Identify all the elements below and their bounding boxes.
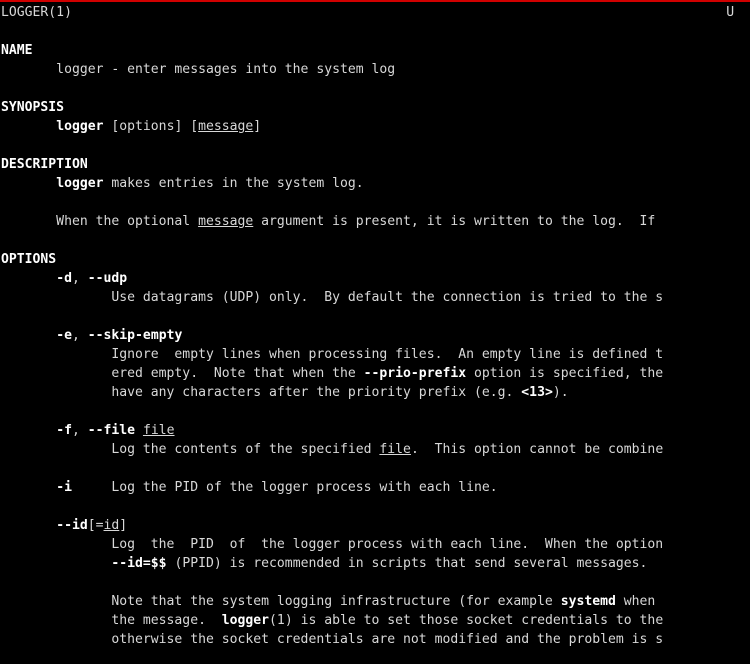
- bold-text: logger: [221, 613, 270, 628]
- text-segment: [1, 176, 56, 191]
- terminal-line: SYNOPSIS: [1, 98, 750, 117]
- bold-text: OPTIONS: [1, 252, 57, 267]
- text-segment: the message.: [1, 613, 222, 628]
- text-segment: [=: [87, 518, 104, 533]
- bold-text: -d: [56, 271, 72, 286]
- terminal-line: Log the PID of the logger process with e…: [1, 535, 750, 554]
- text-segment: makes entries in the system log.: [103, 176, 364, 191]
- bold-text: -e: [56, 328, 72, 343]
- terminal-line: --id[=id]: [1, 516, 750, 535]
- text-segment: Note that the system logging infrastruct…: [1, 594, 561, 609]
- terminal-line: OPTIONS: [1, 250, 750, 269]
- terminal-man-page[interactable]: LOGGER(1) U NAME logger - enter messages …: [1, 3, 750, 664]
- terminal-line: Log the contents of the specified file. …: [1, 440, 750, 459]
- bold-text: NAME: [1, 43, 33, 58]
- terminal-line: -f, --file file: [1, 421, 750, 440]
- terminal-line: the message. logger(1) is able to set th…: [1, 611, 750, 630]
- text-segment: ,: [71, 328, 88, 343]
- terminal-line: Use datagrams (UDP) only. By default the…: [1, 288, 750, 307]
- underlined-text: message: [198, 214, 254, 229]
- text-segment: (1) is able to set those socket credenti…: [269, 613, 664, 628]
- text-segment: logger - enter messages into the system …: [1, 62, 396, 77]
- bold-text: <13>: [521, 385, 553, 400]
- text-segment: argument is present, it is written to th…: [253, 214, 656, 229]
- text-segment: Log the PID of the logger process with e…: [1, 537, 664, 552]
- text-segment: ]: [119, 518, 128, 533]
- terminal-line: -i Log the PID of the logger process wit…: [1, 478, 750, 497]
- text-segment: option is specified, the: [466, 366, 664, 381]
- bold-text: DESCRIPTION: [1, 157, 88, 172]
- underlined-text: message: [198, 119, 254, 134]
- bold-text: -f: [56, 423, 72, 438]
- terminal-line: -e, --skip-empty: [1, 326, 750, 345]
- text-segment: [135, 423, 143, 438]
- terminal-line: logger makes entries in the system log.: [1, 174, 750, 193]
- text-segment: Ignore empty lines when processing files…: [1, 347, 664, 362]
- bold-text: systemd: [560, 594, 616, 609]
- bold-text: --id: [56, 518, 88, 533]
- bold-text: --udp: [87, 271, 128, 286]
- terminal-line: When the optional message argument is pr…: [1, 212, 750, 231]
- text-segment: Use datagrams (UDP) only. By default the…: [1, 290, 664, 305]
- text-segment: [1, 518, 56, 533]
- bold-text: SYNOPSIS: [1, 100, 65, 115]
- text-segment: [1, 423, 56, 438]
- bold-text: --file: [87, 423, 136, 438]
- text-segment: ,: [71, 271, 88, 286]
- terminal-line: NAME: [1, 41, 750, 60]
- text-segment: have any characters after the priority p…: [1, 385, 522, 400]
- underlined-text: id: [103, 518, 120, 533]
- bold-text: --skip-empty: [87, 328, 183, 343]
- text-segment: when: [615, 594, 656, 609]
- bold-text: logger: [56, 176, 104, 191]
- terminal-line: LOGGER(1) U: [1, 3, 750, 22]
- text-segment: [options] [: [103, 119, 199, 134]
- terminal-line: --id=$$ (PPID) is recommended in scripts…: [1, 554, 750, 573]
- bold-text: --prio-prefix: [363, 366, 467, 381]
- text-segment: [1, 328, 56, 343]
- text-segment: [1, 480, 56, 495]
- text-segment: (PPID) is recommended in scripts that se…: [166, 556, 648, 571]
- text-segment: [1, 556, 111, 571]
- text-segment: ]: [253, 119, 262, 134]
- bold-text: -i: [56, 480, 72, 495]
- terminal-line: logger - enter messages into the system …: [1, 60, 750, 79]
- bold-text: --id=$$: [111, 556, 167, 571]
- text-segment: [1, 271, 56, 286]
- terminal-line: have any characters after the priority p…: [1, 383, 750, 402]
- terminal-line: ered empty. Note that when the --prio-pr…: [1, 364, 750, 383]
- underlined-text: file: [379, 442, 411, 457]
- terminal-line: otherwise the socket credentials are not…: [1, 630, 750, 649]
- terminal-line: Note that the system logging infrastruct…: [1, 592, 750, 611]
- terminal-line: Ignore empty lines when processing files…: [1, 345, 750, 364]
- text-segment: Log the PID of the logger process with e…: [71, 480, 498, 495]
- text-segment: LOGGER(1) U: [1, 5, 735, 20]
- bold-text: logger: [56, 119, 104, 134]
- text-segment: ered empty. Note that when the: [1, 366, 364, 381]
- text-segment: [1, 119, 56, 134]
- text-segment: ,: [71, 423, 88, 438]
- text-segment: . This option cannot be combine: [410, 442, 664, 457]
- text-segment: ).: [552, 385, 569, 400]
- terminal-line: logger [options] [message]: [1, 117, 750, 136]
- terminal-line: DESCRIPTION: [1, 155, 750, 174]
- window-top-border: [0, 0, 750, 2]
- terminal-line: -d, --udp: [1, 269, 750, 288]
- text-segment: otherwise the socket credentials are not…: [1, 632, 664, 647]
- underlined-text: file: [142, 423, 175, 438]
- text-segment: When the optional: [1, 214, 199, 229]
- text-segment: Log the contents of the specified: [1, 442, 380, 457]
